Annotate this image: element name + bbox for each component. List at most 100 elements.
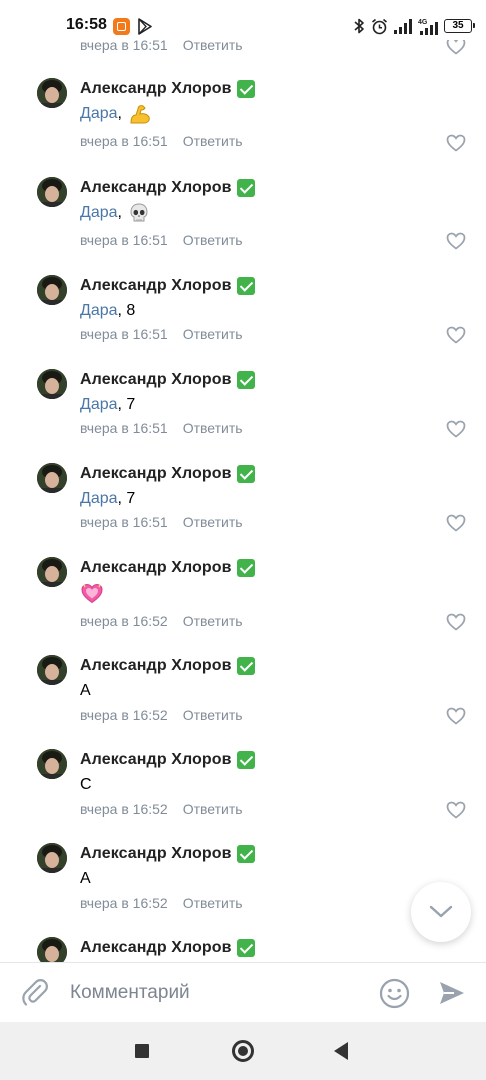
comment-meta: вчера в 16:52 Ответить [80, 895, 243, 911]
comment-meta: вчера в 16:51 Ответить [80, 326, 243, 342]
comment-text: Дара, [80, 201, 150, 225]
chevron-down-icon [429, 905, 453, 918]
author-name[interactable]: Александр Хлоров [80, 939, 232, 957]
comment-text: А [80, 870, 91, 887]
author-name[interactable]: Александр Хлоров [80, 371, 232, 389]
comment-time: вчера в 16:51 [80, 40, 168, 53]
author-name[interactable]: Александр Хлоров [80, 559, 232, 577]
comment-meta: вчера в 16:51 Ответить [80, 133, 243, 149]
avatar[interactable] [37, 177, 67, 207]
comment-meta: вчера в 16:52 Ответить [80, 613, 243, 629]
author-name[interactable]: Александр Хлоров [80, 80, 232, 98]
avatar[interactable] [37, 937, 67, 962]
comment-time: вчера в 16:52 [80, 707, 168, 723]
recent-apps-icon[interactable] [135, 1044, 149, 1058]
comment-input[interactable] [70, 979, 360, 1007]
comments-feed[interactable]: вчера в 16:51 Ответить Александр Хлоров … [0, 40, 486, 962]
reply-button[interactable]: Ответить [183, 133, 243, 149]
reply-button[interactable]: Ответить [183, 707, 243, 723]
avatar[interactable] [37, 275, 67, 305]
heart-outline-icon[interactable] [446, 326, 466, 344]
comment-text: Дара, [80, 102, 152, 126]
play-store-icon [138, 18, 152, 35]
scroll-down-button[interactable] [411, 882, 471, 942]
comment-time: вчера в 16:51 [80, 133, 168, 149]
verified-check-icon [236, 939, 255, 957]
heart-outline-icon[interactable] [446, 707, 466, 725]
verified-check-icon [236, 277, 255, 295]
smiley-icon[interactable] [379, 978, 410, 1009]
status-indicators: 4G 35 [353, 16, 475, 36]
author-name[interactable]: Александр Хлоров [80, 751, 232, 769]
send-icon[interactable] [438, 980, 466, 1006]
heart-outline-icon[interactable] [446, 40, 466, 55]
comment-meta: вчера в 16:51 Ответить [80, 232, 243, 248]
author-name[interactable]: Александр Хлоров [80, 179, 232, 197]
reply-button[interactable]: Ответить [183, 40, 243, 53]
comment-time: вчера в 16:51 [80, 232, 168, 248]
verified-check-icon [236, 371, 255, 389]
status-bar: 16:58 4G 35 [0, 0, 486, 40]
verified-check-icon [236, 80, 255, 98]
comment-meta: вчера в 16:51 Ответить [80, 514, 243, 530]
avatar[interactable] [37, 369, 67, 399]
mention-link[interactable]: Дара [80, 490, 118, 508]
reply-button[interactable]: Ответить [183, 420, 243, 436]
bluetooth-icon [354, 18, 364, 34]
comment-text: Дара, 7 [80, 490, 136, 508]
comment-text: А [80, 682, 91, 699]
flexed-biceps-icon [130, 105, 150, 124]
verified-check-icon [236, 845, 255, 863]
comment-time: вчера в 16:51 [80, 514, 168, 530]
heart-outline-icon[interactable] [446, 613, 466, 631]
heart-outline-icon[interactable] [446, 420, 466, 438]
paperclip-icon[interactable] [20, 978, 50, 1008]
author-name[interactable]: Александр Хлоров [80, 277, 232, 295]
comment-time: вчера в 16:52 [80, 801, 168, 817]
author-name[interactable]: Александр Хлоров [80, 465, 232, 483]
status-time: 16:58 [66, 16, 107, 33]
reply-button[interactable]: Ответить [183, 326, 243, 342]
sparkling-heart-icon [81, 583, 103, 604]
verified-check-icon [236, 657, 255, 675]
verified-check-icon [236, 751, 255, 769]
heart-outline-icon[interactable] [446, 232, 466, 250]
avatar[interactable] [37, 749, 67, 779]
svg-text:4G: 4G [418, 19, 428, 26]
verified-check-icon [236, 559, 255, 577]
reply-button[interactable]: Ответить [183, 801, 243, 817]
reply-button[interactable]: Ответить [183, 613, 243, 629]
avatar[interactable] [37, 843, 67, 873]
mention-link[interactable]: Дара [80, 302, 118, 320]
system-nav-bar [0, 1022, 486, 1080]
battery-indicator: 35 [444, 19, 475, 33]
heart-outline-icon[interactable] [446, 801, 466, 819]
reply-button[interactable]: Ответить [183, 895, 243, 911]
verified-check-icon [236, 465, 255, 483]
author-name[interactable]: Александр Хлоров [80, 657, 232, 675]
skull-icon [130, 203, 148, 222]
reply-button[interactable]: Ответить [183, 514, 243, 530]
comment-time: вчера в 16:51 [80, 420, 168, 436]
mention-link[interactable]: Дара [80, 396, 118, 414]
signal-4g-icon: 4G [418, 19, 438, 35]
notification-app-icon [113, 18, 130, 35]
back-icon[interactable] [334, 1042, 348, 1060]
home-icon[interactable] [232, 1040, 254, 1062]
reply-button[interactable]: Ответить [183, 232, 243, 248]
comment-meta: вчера в 16:51 Ответить [80, 420, 243, 436]
comment-time: вчера в 16:51 [80, 326, 168, 342]
author-name[interactable]: Александр Хлоров [80, 845, 232, 863]
signal-icon [394, 18, 412, 34]
comment-text [80, 581, 104, 605]
avatar[interactable] [37, 655, 67, 685]
heart-outline-icon[interactable] [446, 134, 466, 152]
comment-text: Дара, 8 [80, 302, 136, 320]
avatar[interactable] [37, 463, 67, 493]
mention-link[interactable]: Дара [80, 204, 118, 222]
avatar[interactable] [37, 78, 67, 108]
mention-link[interactable]: Дара [80, 105, 118, 123]
comment-meta: вчера в 16:52 Ответить [80, 801, 243, 817]
heart-outline-icon[interactable] [446, 514, 466, 532]
avatar[interactable] [37, 557, 67, 587]
